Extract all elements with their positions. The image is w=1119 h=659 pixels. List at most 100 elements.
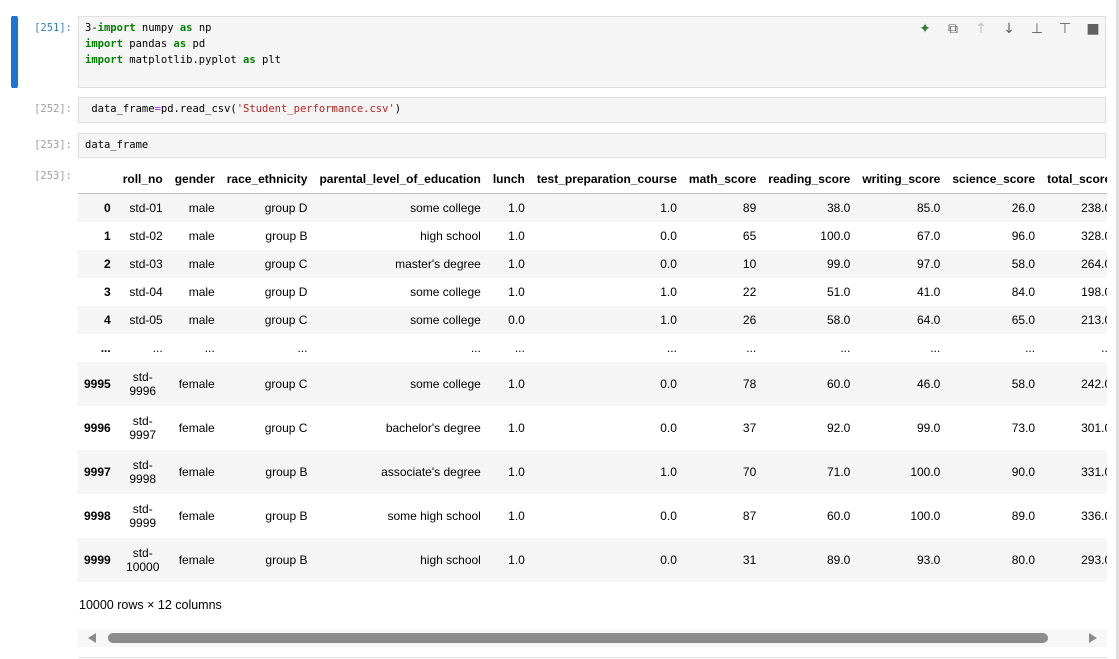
column-header: roll_no: [116, 165, 169, 194]
table-cell: 238.0: [1081, 201, 1107, 215]
table-cell: ...: [514, 341, 525, 355]
trash-icon[interactable]: ■: [1084, 20, 1102, 38]
code-line: import matplotlib.pyplot as plt: [85, 54, 281, 66]
table-cell: 89: [742, 201, 757, 215]
table-cell: 336.0: [1081, 509, 1107, 523]
table-cell: 0.0: [660, 229, 677, 243]
table-cell: std-9997: [129, 414, 157, 442]
table-cell: 328.0: [1081, 229, 1107, 243]
table-cell: 99.0: [917, 421, 941, 435]
table-cell: 10: [742, 257, 757, 271]
table-row: 9996 std-9997 female group C bachelor's degr…: [78, 406, 1107, 450]
scroll-left-icon[interactable]: [88, 633, 96, 643]
insert-above-icon[interactable]: ⊥: [1028, 20, 1046, 38]
table-cell: male: [188, 257, 215, 271]
table-cell: 90.0: [1011, 465, 1036, 479]
table-header-row: roll_no gender race_ethnicity parental_leve…: [78, 165, 1107, 194]
divider: [78, 657, 1107, 658]
row-index: 9997: [84, 465, 111, 479]
table-cell: 58.0: [1011, 257, 1036, 271]
ai-sparkle-icon[interactable]: ✦: [916, 20, 934, 38]
table-cell: group B: [265, 509, 308, 523]
active-cell-indicator: [11, 16, 18, 88]
code-cell-data-frame[interactable]: data_frame: [78, 133, 1106, 158]
table-cell: some college: [410, 313, 481, 327]
table-cell: ...: [470, 341, 481, 355]
scrollbar-thumb[interactable]: [108, 633, 1048, 643]
arrow-up-icon[interactable]: ↑: [972, 20, 990, 38]
insert-below-icon[interactable]: ⊤: [1056, 20, 1074, 38]
table-cell: some high school: [387, 509, 481, 523]
table-cell: 331.0: [1081, 465, 1107, 479]
table-cell: 1.0: [660, 285, 677, 299]
code-cell-read-csv[interactable]: data_frame=pd.read_csv('Student_performa…: [78, 97, 1106, 123]
row-index: 4: [104, 313, 111, 327]
table-row: 9997 std-9998 female group B associate's deg…: [78, 450, 1107, 494]
table-cell: 1.0: [508, 229, 525, 243]
table-cell: ...: [1101, 341, 1107, 355]
column-header: science_score: [946, 165, 1042, 194]
table-row: 2 std-03 male group C master's degree 1.0 0.0 1…: [78, 250, 1107, 278]
column-header: writing_score: [856, 165, 947, 194]
table-cell: 1.0: [660, 201, 677, 215]
cell-toolbar: ✦ ⧉ ↑ ↓ ⊥ ⊤ ■: [916, 20, 1102, 38]
table-cell: 0.0: [660, 553, 677, 567]
table-cell: some college: [410, 201, 481, 215]
cell-prompt: [253]:: [34, 139, 72, 151]
table-cell: 93.0: [917, 553, 941, 567]
table-cell: 65.0: [1011, 313, 1036, 327]
row-index: 3: [104, 285, 111, 299]
table-cell: 67.0: [917, 229, 941, 243]
table-cell: 60.0: [826, 509, 851, 523]
table-cell: 1.0: [660, 465, 677, 479]
table-cell: std-05: [129, 313, 163, 327]
cell-prompt: [252]:: [34, 103, 72, 115]
scroll-right-icon[interactable]: [1089, 633, 1097, 643]
table-cell: 26: [742, 313, 757, 327]
row-index: 9999: [84, 553, 111, 567]
table-cell: high school: [420, 229, 481, 243]
table-cell: some college: [410, 377, 481, 391]
table-row: 9995 std-9996 female group C some college 1.0…: [78, 362, 1107, 406]
table-cell: female: [178, 465, 215, 479]
table-cell: 0.0: [508, 313, 525, 327]
table-cell: 242.0: [1081, 377, 1107, 391]
table-cell: 1.0: [508, 201, 525, 215]
table-cell: 60.0: [826, 377, 851, 391]
table-cell: 78: [742, 377, 757, 391]
table-cell: group B: [265, 229, 308, 243]
arrow-down-icon[interactable]: ↓: [1000, 20, 1018, 38]
horizontal-scrollbar[interactable]: [78, 629, 1107, 647]
table-cell: 1.0: [660, 313, 677, 327]
row-index: ...: [100, 341, 111, 355]
table-cell: 37: [742, 421, 757, 435]
table-cell: 96.0: [1011, 229, 1036, 243]
table-cell: 0.0: [660, 377, 677, 391]
table-cell: 1.0: [508, 285, 525, 299]
table-cell: group C: [264, 257, 308, 271]
dataframe-shape: 10000 rows × 12 columns: [79, 598, 222, 612]
duplicate-icon[interactable]: ⧉: [944, 20, 962, 38]
table-cell: 84.0: [1011, 285, 1036, 299]
table-cell: male: [188, 313, 215, 327]
table-cell: 70: [742, 465, 757, 479]
table-cell: 1.0: [508, 465, 525, 479]
table-cell: master's degree: [395, 257, 481, 271]
table-cell: ...: [1025, 341, 1036, 355]
table-cell: std-02: [129, 229, 163, 243]
table-cell: female: [178, 509, 215, 523]
table-cell: 100.0: [910, 509, 941, 523]
table-cell: 92.0: [826, 421, 851, 435]
table-cell: 0.0: [660, 257, 677, 271]
column-header: parental_level_of_education: [313, 165, 487, 194]
table-cell: 87: [742, 509, 757, 523]
table-cell: 1.0: [508, 553, 525, 567]
table-cell: std-9998: [129, 458, 157, 486]
column-header: race_ethnicity: [220, 165, 314, 194]
column-header: reading_score: [762, 165, 857, 194]
table-cell: associate's degree: [381, 465, 481, 479]
table-cell: 100.0: [820, 229, 851, 243]
table-cell: 100.0: [910, 465, 941, 479]
table-cell: female: [178, 421, 215, 435]
table-cell: std-9999: [129, 502, 157, 530]
